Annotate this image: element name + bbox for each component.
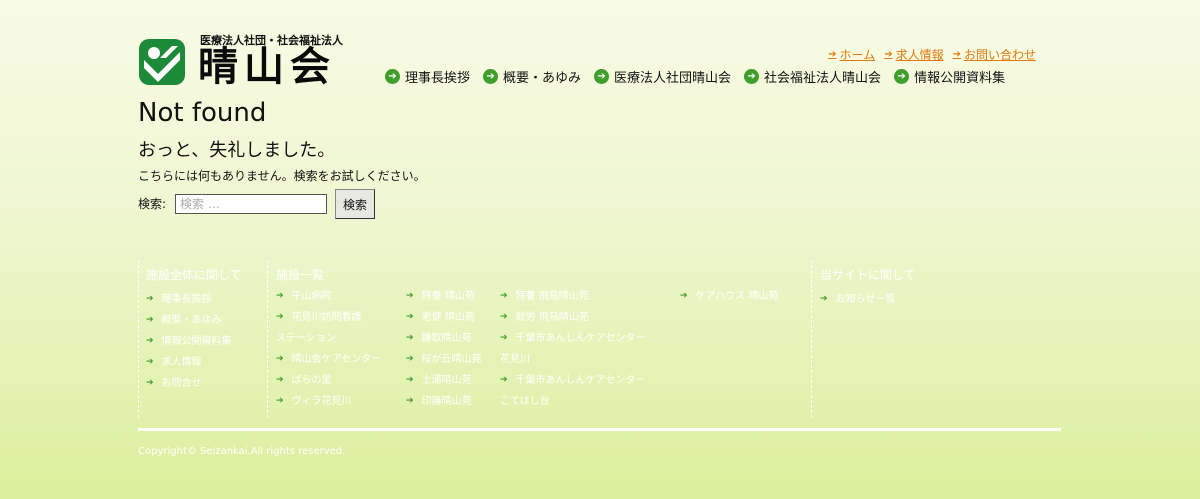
footer-facility-list-b: ➔ 特養 晴山苑 ➔ 老健 晴山苑 ➔ 鎌取晴山苑 ➔ 桜が丘晴山苑 ➔ 土浦晴山苑 ➔ 印… bbox=[406, 286, 482, 412]
arrow-right-icon: ➔ bbox=[884, 49, 893, 60]
footer-heading: 当サイトに関して bbox=[820, 268, 916, 282]
top-link-recruit[interactable]: ➔ 求人情報 bbox=[884, 46, 943, 63]
footer-separator bbox=[138, 428, 1061, 431]
arrow-circle-icon: ➔ bbox=[594, 69, 610, 84]
arrow-right-icon: ➔ bbox=[146, 294, 154, 304]
arrow-right-icon: ➔ bbox=[500, 333, 508, 343]
arrow-right-icon: ➔ bbox=[146, 315, 154, 325]
footer-link[interactable]: ➔ 印旛晴山苑 bbox=[406, 391, 482, 412]
search-input[interactable] bbox=[175, 194, 327, 214]
arrow-circle-icon: ➔ bbox=[894, 69, 910, 84]
footer-heading: 施設全体に関して bbox=[146, 268, 242, 282]
arrow-right-icon: ➔ bbox=[406, 333, 414, 343]
arrow-right-icon: ➔ bbox=[276, 375, 284, 385]
arrow-right-icon: ➔ bbox=[276, 291, 284, 301]
footer-link[interactable]: ➔ 求人情報 bbox=[146, 352, 242, 373]
footer-link[interactable]: ➔ 鎌取晴山苑 bbox=[406, 328, 482, 349]
copyright: Copyright© Seizankai.All rights reserved… bbox=[138, 446, 346, 457]
footer-heading: 施設一覧 bbox=[276, 268, 325, 282]
arrow-right-icon: ➔ bbox=[500, 375, 508, 385]
nav-item-disclosure[interactable]: ➔ 情報公開資料集 bbox=[894, 67, 1005, 86]
search-button[interactable]: 検索 bbox=[335, 189, 375, 219]
arrow-right-icon: ➔ bbox=[276, 396, 284, 406]
arrow-right-icon: ➔ bbox=[276, 312, 284, 322]
footer-facility-list-c: ➔ 特養 飛鳥晴山苑 ➔ 就労 飛鳥晴山苑 ➔ 千葉市あんしんケアセンター 花見川 ➔… bbox=[500, 286, 645, 412]
top-link-home[interactable]: ➔ ホーム bbox=[828, 46, 875, 63]
arrow-right-icon: ➔ bbox=[406, 291, 414, 301]
footer-link[interactable]: ➔ 特養 晴山苑 bbox=[406, 286, 482, 307]
footer-link[interactable]: ➔ 就労 飛鳥晴山苑 bbox=[500, 307, 645, 328]
footer-link[interactable]: ➔ 千葉市あんしんケアセンター bbox=[500, 328, 645, 349]
arrow-circle-icon: ➔ bbox=[483, 69, 499, 84]
footer-facility-list-a: ➔ 平山病院 ➔ 花見川訪問看護 ステーション ➔ 晴山会ケアセンター ➔ ばらの里 ➔… bbox=[276, 286, 381, 412]
nav-item-welfare-corp[interactable]: ➔ 社会福祉法人晴山会 bbox=[744, 67, 881, 86]
footer-link[interactable]: ➔ 桜が丘晴山苑 bbox=[406, 349, 482, 370]
footer-col-site: 当サイトに関して ➔ お知らせ一覧 bbox=[820, 266, 916, 310]
footer-link[interactable]: ➔ ケアハウス 晴山苑 bbox=[680, 286, 778, 307]
footer-link-continued[interactable]: ステーション bbox=[276, 328, 381, 349]
footer-link[interactable]: ➔ 概要・あゆみ bbox=[146, 310, 242, 331]
arrow-right-icon: ➔ bbox=[276, 354, 284, 364]
footer-link[interactable]: ➔ お問合せ bbox=[146, 373, 242, 394]
footer-link[interactable]: ➔ 花見川訪問看護 bbox=[276, 307, 381, 328]
main-nav: ➔ 理事長挨拶 ➔ 概要・あゆみ ➔ 医療法人社団晴山会 ➔ 社会福祉法人晴山会 ➔ 情報… bbox=[385, 67, 1005, 86]
footer-facility-list-d: ➔ ケアハウス 晴山苑 bbox=[680, 286, 778, 307]
footer-link[interactable]: ➔ 千葉市あんしんケアセンター bbox=[500, 370, 645, 391]
arrow-right-icon: ➔ bbox=[146, 357, 154, 367]
seizankai-logo-icon[interactable] bbox=[138, 38, 186, 86]
arrow-right-icon: ➔ bbox=[146, 378, 154, 388]
page-title: Not found bbox=[138, 98, 267, 128]
arrow-right-icon: ➔ bbox=[952, 49, 961, 60]
nav-item-medical-corp[interactable]: ➔ 医療法人社団晴山会 bbox=[594, 67, 731, 86]
footer-link-continued[interactable]: 花見川 bbox=[500, 349, 645, 370]
footer-link-continued[interactable]: こてはし台 bbox=[500, 391, 645, 412]
footer-divider bbox=[811, 260, 812, 418]
footer-link[interactable]: ➔ 土浦晴山苑 bbox=[406, 370, 482, 391]
footer-col-facility: 施設全体に関して ➔ 理事長挨拶 ➔ 概要・あゆみ ➔ 情報公開資料集 ➔ 求人情報 ➔… bbox=[146, 266, 242, 394]
arrow-circle-icon: ➔ bbox=[385, 69, 400, 84]
arrow-right-icon: ➔ bbox=[406, 354, 414, 364]
arrow-circle-icon: ➔ bbox=[744, 69, 760, 84]
arrow-right-icon: ➔ bbox=[500, 312, 508, 322]
footer-divider bbox=[267, 260, 268, 418]
top-links: ➔ ホーム ➔ 求人情報 ➔ お問い合わせ bbox=[828, 46, 1036, 63]
nav-item-overview[interactable]: ➔ 概要・あゆみ bbox=[483, 67, 581, 86]
arrow-right-icon: ➔ bbox=[406, 312, 414, 322]
arrow-right-icon: ➔ bbox=[828, 49, 837, 60]
footer-link[interactable]: ➔ 特養 飛鳥晴山苑 bbox=[500, 286, 645, 307]
footer-link[interactable]: ➔ 老健 晴山苑 bbox=[406, 307, 482, 328]
footer-divider bbox=[138, 260, 139, 418]
arrow-right-icon: ➔ bbox=[406, 375, 414, 385]
footer-link[interactable]: ➔ 平山病院 bbox=[276, 286, 381, 307]
arrow-right-icon: ➔ bbox=[146, 336, 154, 346]
footer-link[interactable]: ➔ お知らせ一覧 bbox=[820, 289, 916, 310]
footer-link[interactable]: ➔ 理事長挨拶 bbox=[146, 289, 242, 310]
arrow-right-icon: ➔ bbox=[680, 291, 688, 301]
footer-link[interactable]: ➔ ばらの里 bbox=[276, 370, 381, 391]
search-label: 検索: bbox=[138, 197, 167, 211]
arrow-right-icon: ➔ bbox=[500, 291, 508, 301]
arrow-right-icon: ➔ bbox=[820, 294, 828, 304]
footer-link[interactable]: ➔ ヴィラ花見川 bbox=[276, 391, 381, 412]
arrow-right-icon: ➔ bbox=[406, 396, 414, 406]
nav-item-greeting[interactable]: ➔ 理事長挨拶 bbox=[385, 67, 470, 86]
footer-link[interactable]: ➔ 情報公開資料集 bbox=[146, 331, 242, 352]
footer-link[interactable]: ➔ 晴山会ケアセンター bbox=[276, 349, 381, 370]
error-message: こちらには何もありません。検索をお試しください。 bbox=[138, 169, 426, 183]
top-link-contact[interactable]: ➔ お問い合わせ bbox=[953, 46, 1036, 63]
error-heading: おっと、失礼しました。 bbox=[138, 140, 336, 161]
logo-name[interactable]: 晴山会 bbox=[198, 44, 336, 90]
